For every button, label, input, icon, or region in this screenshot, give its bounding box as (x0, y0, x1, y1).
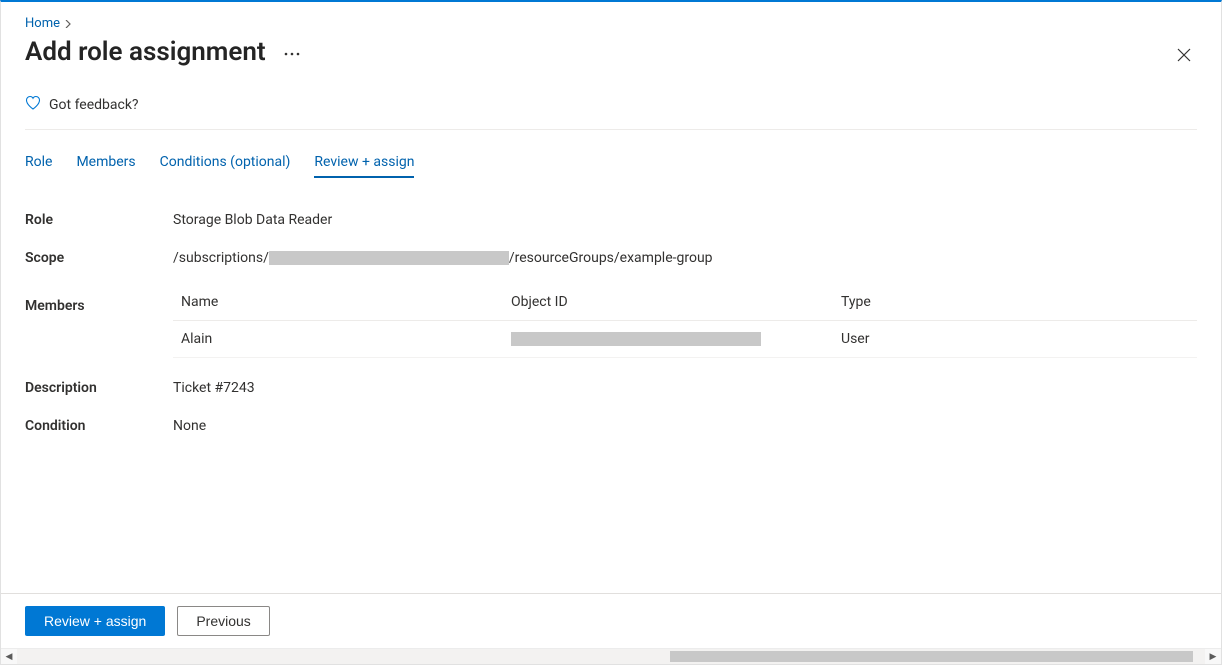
close-icon[interactable] (1177, 48, 1191, 66)
scope-suffix: /resourceGroups/example-group (509, 250, 713, 266)
previous-button[interactable]: Previous (177, 606, 269, 636)
header-type: Type (841, 294, 1189, 310)
header-name: Name (181, 294, 511, 310)
tab-members[interactable]: Members (76, 154, 135, 178)
label-members: Members (25, 288, 173, 314)
feedback-link[interactable]: Got feedback? (25, 95, 1197, 130)
row-role: Role Storage Blob Data Reader (25, 212, 1197, 228)
cell-name: Alain (181, 331, 511, 347)
heart-icon (25, 95, 41, 115)
value-role: Storage Blob Data Reader (173, 212, 1197, 228)
scroll-right-arrow-icon[interactable]: ▶ (1205, 649, 1221, 664)
tab-review-assign[interactable]: Review + assign (314, 154, 414, 178)
tab-role[interactable]: Role (25, 154, 52, 178)
row-condition: Condition None (25, 418, 1197, 434)
page-frame: Home Add role assignment Got feedback? R… (0, 0, 1222, 665)
horizontal-scrollbar[interactable]: ◀ ▶ (1, 648, 1221, 664)
review-assign-button[interactable]: Review + assign (25, 606, 165, 636)
scope-prefix: /subscriptions/ (173, 250, 269, 266)
page-title: Add role assignment (25, 37, 266, 67)
tab-bar: Role Members Conditions (optional) Revie… (25, 154, 1197, 178)
more-menu-icon[interactable] (284, 45, 300, 59)
scroll-thumb[interactable] (670, 651, 1193, 662)
label-condition: Condition (25, 418, 173, 434)
row-description: Description Ticket #7243 (25, 380, 1197, 396)
table-row: Alain User (173, 321, 1197, 358)
breadcrumb: Home (25, 2, 1197, 31)
redacted-subscription-id (269, 251, 509, 265)
cell-object-id (511, 331, 841, 347)
label-role: Role (25, 212, 173, 228)
review-details: Role Storage Blob Data Reader Scope /sub… (25, 212, 1197, 434)
label-description: Description (25, 380, 173, 396)
feedback-label: Got feedback? (49, 97, 139, 113)
header-object-id: Object ID (511, 294, 841, 310)
scroll-track[interactable] (17, 649, 1205, 664)
cell-type: User (841, 331, 1189, 347)
footer-action-bar: Review + assign Previous (1, 593, 1221, 648)
row-scope: Scope /subscriptions/ /resourceGroups/ex… (25, 250, 1197, 266)
tab-conditions[interactable]: Conditions (optional) (160, 154, 291, 178)
scroll-left-arrow-icon[interactable]: ◀ (1, 649, 17, 664)
redacted-object-id (511, 332, 761, 346)
breadcrumb-home-link[interactable]: Home (25, 16, 60, 31)
members-header-row: Name Object ID Type (173, 284, 1197, 321)
chevron-right-icon (64, 17, 72, 31)
value-scope: /subscriptions/ /resourceGroups/example-… (173, 250, 1197, 266)
value-description: Ticket #7243 (173, 380, 1197, 396)
label-scope: Scope (25, 250, 173, 266)
members-table: Name Object ID Type Alain User (173, 284, 1197, 358)
value-condition: None (173, 418, 1197, 434)
content-area: Home Add role assignment Got feedback? R… (1, 2, 1221, 593)
row-members: Members Name Object ID Type Alain User (25, 288, 1197, 358)
title-row: Add role assignment (25, 37, 1197, 67)
